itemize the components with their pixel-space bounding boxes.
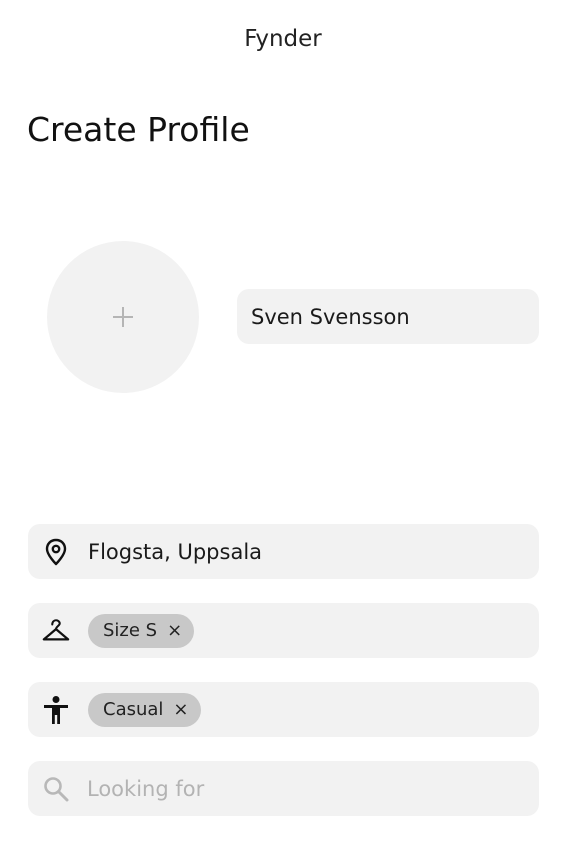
avatar-upload-button[interactable] xyxy=(47,241,199,393)
style-chip[interactable]: Casual × xyxy=(88,692,201,727)
name-field-value: Sven Svensson xyxy=(251,304,410,329)
looking-for-placeholder: Looking for xyxy=(87,776,205,801)
person-icon xyxy=(42,695,70,724)
style-chip-label: Casual xyxy=(103,699,164,720)
remove-style-chip-button[interactable]: × xyxy=(173,700,188,719)
search-icon xyxy=(42,775,70,803)
location-value: Flogsta, Uppsala xyxy=(88,539,263,564)
size-field[interactable]: Size S × xyxy=(28,603,539,658)
size-chip-label: Size S xyxy=(103,620,158,641)
page-title: Create Profile xyxy=(27,110,250,149)
location-pin-icon xyxy=(42,538,70,566)
size-chip[interactable]: Size S × xyxy=(88,613,195,648)
plus-icon xyxy=(113,307,133,327)
hanger-icon xyxy=(42,617,70,645)
remove-size-chip-button[interactable]: × xyxy=(167,621,182,640)
style-field[interactable]: Casual × xyxy=(28,682,539,737)
app-title: Fynder xyxy=(244,26,322,52)
name-field[interactable]: Sven Svensson xyxy=(237,289,539,344)
location-field[interactable]: Flogsta, Uppsala xyxy=(28,524,539,579)
looking-for-search-field[interactable]: Looking for xyxy=(28,761,539,816)
